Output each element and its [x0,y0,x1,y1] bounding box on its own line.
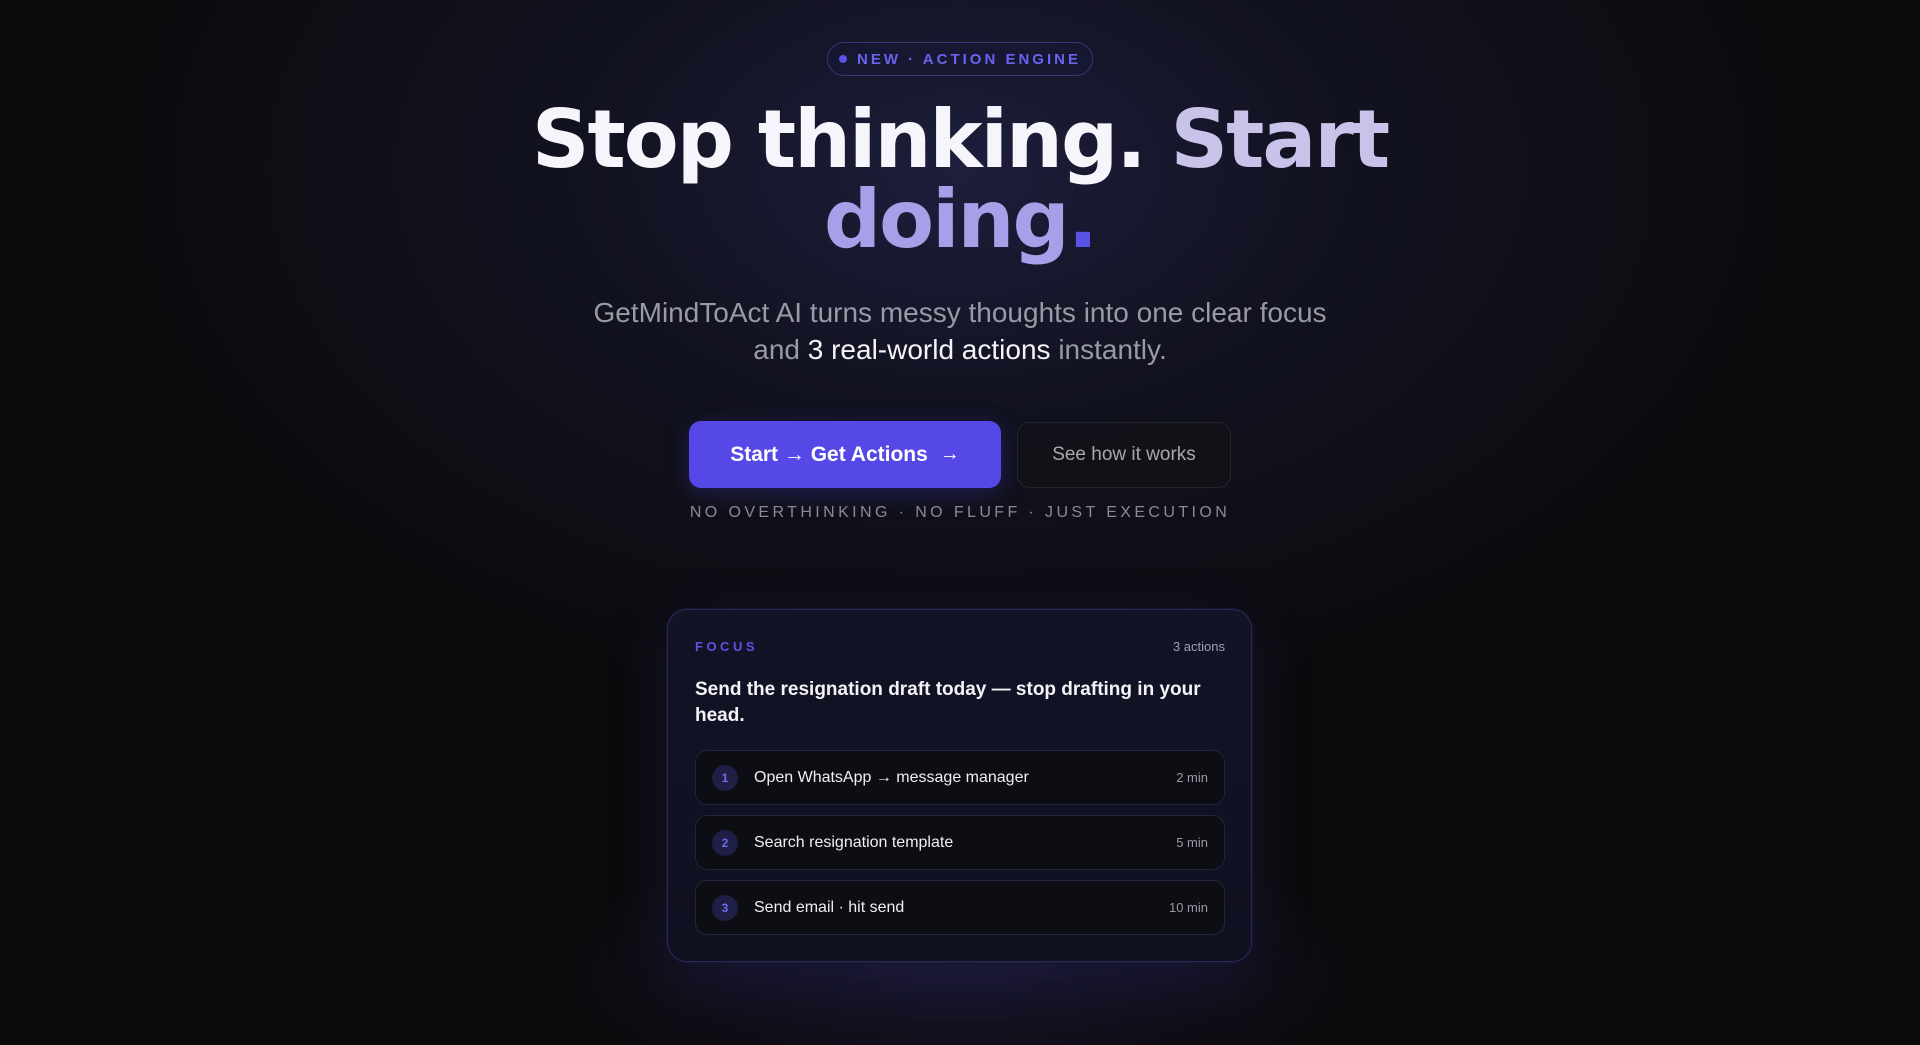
action-text: Send email · hit send [754,898,905,916]
action-text: Search resignation template [754,833,954,851]
action-duration: 2 min [1176,770,1208,785]
subtitle-pre: and [753,334,800,365]
action-item: 2 Search resignation template 5 min [695,815,1225,870]
hero-title-part-3: doing [823,173,1070,266]
action-item: 1 Open WhatsApp → message manager 2 min [695,750,1225,805]
arrow-right-icon: → [939,443,960,465]
focus-headline: Send the resignation draft today — stop … [695,679,1201,726]
action-duration: 5 min [1176,835,1208,850]
subtitle-highlight: 3 real-world actions [807,334,1051,365]
subtitle-post: instantly. [1058,334,1167,365]
action-list: 1 Open WhatsApp → message manager 2 min … [695,750,1225,945]
subtitle-line-1: GetMindToAct AI turns messy thoughts int… [593,297,1327,328]
hero-title-line-1: Stop thinking. Start [460,100,1460,180]
start-button-label: Start → Get Actions [730,442,928,466]
tagline: NO OVERTHINKING · NO FLUFF · JUST EXECUT… [689,504,1231,521]
see-how-button-label: See how it works [1052,444,1196,465]
actions-count: 3 actions [1172,639,1225,654]
action-number-badge: 3 [712,894,738,921]
action-number-badge: 1 [712,764,738,791]
hero-title-dot: . [1067,173,1098,266]
focus-card: FOCUS 3 actions Send the resignation dra… [667,609,1252,962]
action-text: Open WhatsApp → message manager [754,768,1029,786]
hero-title: Stop thinking. Start doing. [460,100,1460,260]
hero-title-part-2: Start [1170,93,1391,186]
badge-dot-icon [839,55,848,63]
badge-label: NEW · ACTION ENGINE [857,50,1081,68]
action-item: 3 Send email · hit send 10 min [695,880,1225,935]
hero-subtitle: GetMindToAct AI turns messy thoughts int… [560,294,1360,368]
see-how-it-works-button[interactable]: See how it works [1017,422,1231,488]
action-duration: 10 min [1168,900,1208,915]
start-get-actions-button[interactable]: Start → Get Actions → [689,421,1001,488]
action-number-badge: 2 [712,829,738,856]
hero-title-line-2: doing. [460,180,1460,260]
new-feature-badge: NEW · ACTION ENGINE [827,42,1093,76]
focus-label: FOCUS [695,639,758,654]
